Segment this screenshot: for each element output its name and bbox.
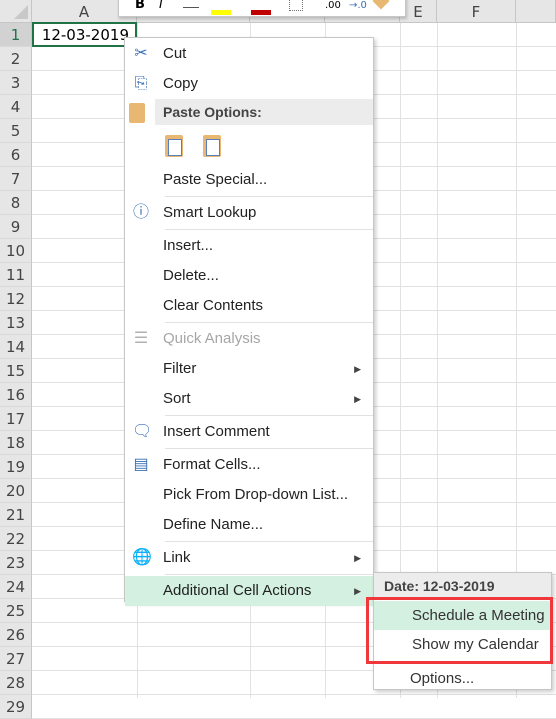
gridline [32, 694, 556, 695]
menu-item-clear-contents[interactable]: Clear Contents [125, 291, 373, 321]
menu-item-delete[interactable]: Delete... [125, 261, 373, 291]
clipboard-icon [129, 103, 145, 123]
menu-item-paste-special[interactable]: Paste Special... [125, 165, 373, 195]
row-header[interactable]: 7 [0, 167, 32, 191]
menu-item-label: Additional Cell Actions [163, 582, 312, 599]
menu-item-label: Define Name... [163, 516, 264, 533]
menu-item-label: Quick Analysis [163, 330, 261, 347]
submenu-arrow-icon: ▶ [354, 394, 361, 404]
row-header[interactable]: 11 [0, 263, 32, 287]
row-header[interactable]: 20 [0, 479, 32, 503]
menu-item-label: Format Cells... [163, 456, 261, 473]
row-header[interactable]: 13 [0, 311, 32, 335]
context-menu: ✂ Cut ⎘ Copy Paste Options: Paste Special... ⓘ… [124, 37, 374, 606]
menu-item-label: Sort [163, 390, 191, 407]
row-header[interactable]: 8 [0, 191, 32, 215]
menu-item-label: Copy [163, 75, 199, 92]
decrease-decimal-button[interactable]: →.0 [349, 0, 367, 11]
bold-button[interactable]: B [135, 0, 145, 12]
paste-formatting-icon[interactable] [165, 135, 183, 157]
row-header[interactable]: 10 [0, 239, 32, 263]
row-header[interactable]: 26 [0, 623, 32, 647]
menu-item-cut[interactable]: ✂ Cut [125, 39, 373, 69]
submenu-header: Date: 12-03-2019 [374, 573, 551, 599]
row-header[interactable]: 1 [0, 23, 32, 47]
smart-lookup-icon: ⓘ [132, 204, 149, 221]
row-header[interactable]: 2 [0, 47, 32, 71]
row-header[interactable]: 4 [0, 95, 32, 119]
menu-item-smart-lookup[interactable]: ⓘ Smart Lookup [125, 198, 373, 228]
row-header[interactable]: 12 [0, 287, 32, 311]
menu-item-label: Paste Special... [163, 171, 268, 188]
quick-analysis-icon: ☰ [133, 330, 149, 347]
menu-item-insert-comment[interactable]: 🗨 Insert Comment [125, 417, 373, 447]
menu-item-additional-cell-actions[interactable]: Additional Cell Actions ▶ [125, 576, 373, 606]
menu-item-pick-from-drop-down-list[interactable]: Pick From Drop-down List... [125, 480, 373, 510]
menu-item-label: Pick From Drop-down List... [163, 486, 349, 503]
menu-item-label: Cut [163, 45, 187, 62]
menu-item-label: Clear Contents [163, 297, 264, 314]
menu-item-label: Link [163, 549, 191, 566]
font-color-button[interactable] [251, 10, 271, 15]
row-header[interactable]: 6 [0, 143, 32, 167]
menu-item-label: Filter [163, 360, 197, 377]
mini-toolbar: B I .00 →.0 [118, 0, 406, 17]
menu-item-sort[interactable]: Sort ▶ [125, 384, 373, 414]
submenu-arrow-icon: ▶ [354, 586, 361, 596]
row-header[interactable]: 24 [0, 575, 32, 599]
paste-options-header: Paste Options: [129, 99, 373, 125]
highlight-box [366, 597, 553, 664]
column-header-g[interactable] [516, 0, 556, 23]
paste-values-icon[interactable] [203, 135, 221, 157]
row-header[interactable]: 16 [0, 383, 32, 407]
column-header-f[interactable]: F [437, 0, 516, 23]
column-f-label: F [471, 3, 481, 21]
comment-icon: 🗨 [132, 423, 153, 440]
row-header[interactable]: 18 [0, 431, 32, 455]
row-header[interactable]: 25 [0, 599, 32, 623]
row-header[interactable]: 5 [0, 119, 32, 143]
row-header[interactable]: 15 [0, 359, 32, 383]
select-all-button[interactable] [0, 0, 32, 23]
fill-color-button[interactable] [211, 10, 231, 15]
row-header[interactable]: 9 [0, 215, 32, 239]
link-globe-icon: 🌐 [132, 549, 152, 566]
header-label: Paste Options: [163, 104, 262, 120]
menu-item-format-cells[interactable]: ▤ Format Cells... [125, 450, 373, 480]
row-header[interactable]: 14 [0, 335, 32, 359]
menu-item-quick-analysis: ☰ Quick Analysis [125, 324, 373, 354]
copy-icon: ⎘ [134, 75, 148, 92]
submenu-arrow-icon: ▶ [354, 364, 361, 374]
paste-options-row [125, 125, 373, 165]
row-header[interactable]: 23 [0, 551, 32, 575]
row-header[interactable]: 19 [0, 455, 32, 479]
row-header[interactable]: 29 [0, 695, 32, 719]
options-item[interactable]: Options... [374, 664, 551, 693]
borders-icon[interactable] [289, 0, 303, 11]
increase-decimal-button[interactable]: .00 [325, 0, 341, 11]
row-header[interactable]: 3 [0, 71, 32, 95]
menu-item-define-name[interactable]: Define Name... [125, 510, 373, 540]
menu-item-label: Delete... [163, 267, 219, 284]
menu-item-label: Smart Lookup [163, 204, 257, 221]
format-painter-icon[interactable] [372, 0, 390, 10]
cell-a1[interactable]: 12-03-2019 [32, 22, 137, 47]
menu-item-copy[interactable]: ⎘ Copy [125, 69, 373, 99]
align-center-icon[interactable] [183, 7, 199, 8]
menu-item-insert[interactable]: Insert... [125, 231, 373, 261]
row-header[interactable]: 21 [0, 503, 32, 527]
menu-item-label: Insert... [163, 237, 214, 254]
scissors-icon: ✂ [134, 45, 148, 62]
row-header[interactable]: 17 [0, 407, 32, 431]
format-cells-icon: ▤ [133, 456, 149, 473]
row-header[interactable]: 27 [0, 647, 32, 671]
italic-button[interactable]: I [159, 0, 163, 12]
menu-item-label: Insert Comment [163, 423, 270, 440]
row-header[interactable]: 22 [0, 527, 32, 551]
row-header[interactable]: 28 [0, 671, 32, 695]
menu-item-filter[interactable]: Filter ▶ [125, 354, 373, 384]
menu-item-link[interactable]: 🌐 Link ▶ [125, 543, 373, 573]
submenu-arrow-icon: ▶ [354, 553, 361, 563]
